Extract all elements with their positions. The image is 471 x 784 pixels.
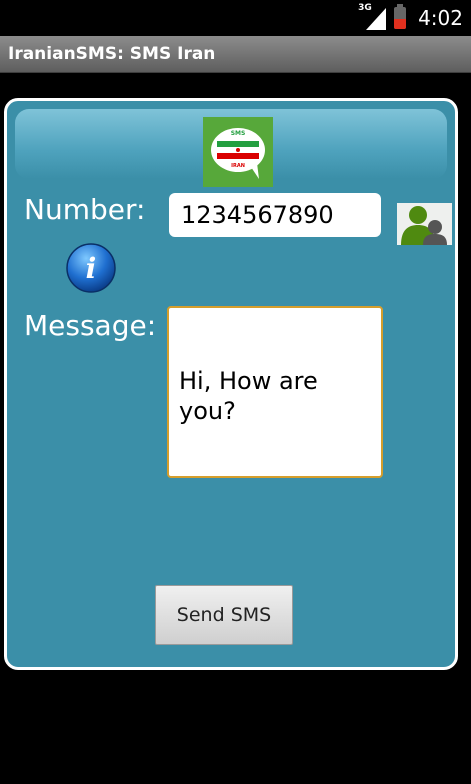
number-input[interactable] [169,193,381,237]
info-icon: i [66,243,116,293]
app-logo: SMS IRAN [203,117,273,187]
svg-text:i: i [86,252,97,285]
logo-text-bottom: IRAN [231,163,245,169]
send-sms-button[interactable]: Send SMS [155,585,293,645]
sms-panel: SMS IRAN Number: 1234567890 i Message: H… [4,98,458,670]
contacts-button[interactable] [397,203,452,245]
speech-bubble-flag-icon: SMS IRAN [211,128,265,179]
battery-icon [394,4,407,29]
main-content: SMS IRAN Number: 1234567890 i Message: H… [0,73,471,784]
app-title: IranianSMS: SMS Iran [8,44,216,64]
message-input[interactable]: Hi, How are you? [167,306,383,478]
status-bar: 3G 4:02 [0,0,471,36]
number-label: Number: [24,193,146,226]
contacts-icon [401,206,447,245]
logo-text-top: SMS [231,130,246,137]
status-icons: 3G 4:02 [358,3,463,32]
network-type: 3G [358,3,372,13]
info-button[interactable]: i [64,241,118,295]
app-title-bar: IranianSMS: SMS Iran [0,36,471,73]
message-label: Message: [24,309,157,342]
status-time: 4:02 [418,6,463,30]
signal-icon: 3G [358,3,388,30]
